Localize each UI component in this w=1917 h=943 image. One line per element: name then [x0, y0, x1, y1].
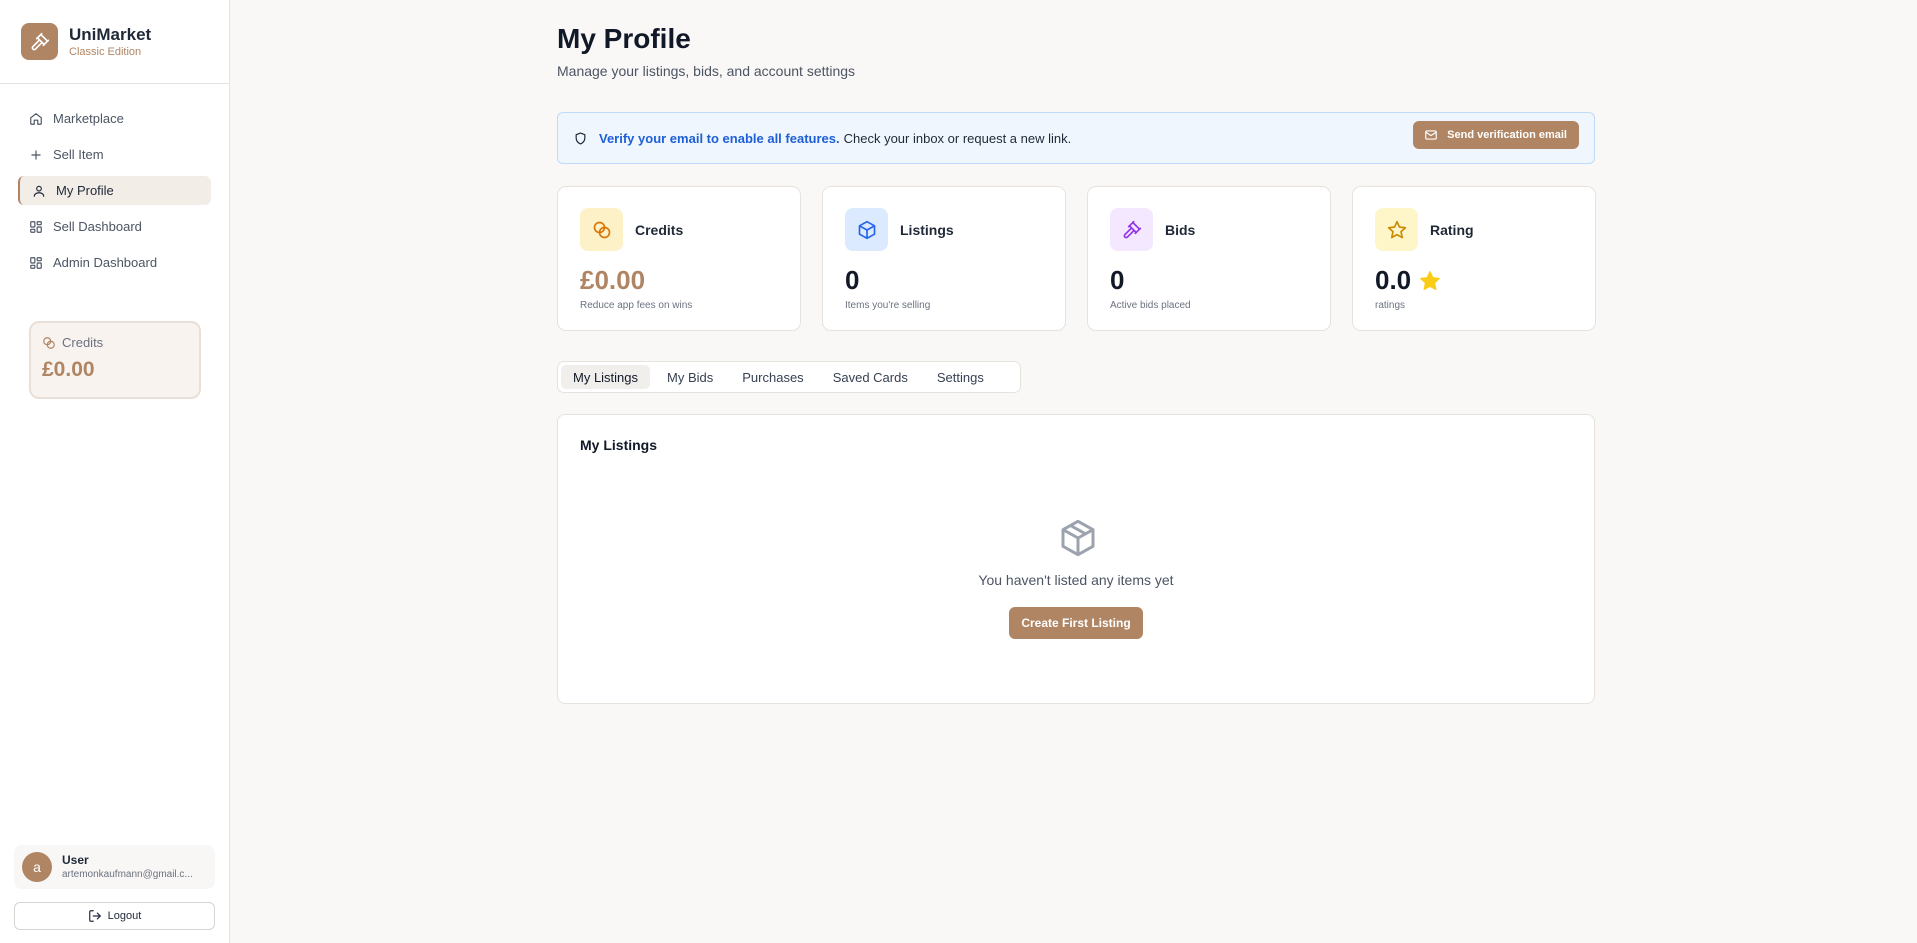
- brand-subtitle: Classic Edition: [69, 45, 142, 58]
- send-verification-button[interactable]: Send verification email: [1413, 121, 1579, 149]
- home-icon: [30, 112, 42, 125]
- sidebar-nav: Marketplace Sell Item My Profile Sell Da…: [0, 84, 229, 277]
- sidebar-item-label: Sell Dashboard: [53, 219, 142, 234]
- brand[interactable]: UniMarket Classic Edition: [0, 0, 229, 84]
- tab-my-bids[interactable]: My Bids: [655, 365, 725, 389]
- sidebar-item-admin-dashboard[interactable]: Admin Dashboard: [18, 248, 211, 277]
- mail-icon: [1425, 130, 1438, 140]
- stat-label: Rating: [1430, 221, 1474, 238]
- grid-icon: [30, 256, 42, 269]
- listings-panel: My Listings You haven't listed any items…: [557, 414, 1595, 704]
- tab-my-listings[interactable]: My Listings: [561, 365, 651, 389]
- gavel-icon: [1110, 208, 1153, 251]
- empty-state-text: You haven't listed any items yet: [978, 572, 1174, 588]
- tab-purchases[interactable]: Purchases: [730, 365, 815, 389]
- sidebar-item-sell-dashboard[interactable]: Sell Dashboard: [18, 212, 211, 241]
- stat-description: Items you're selling: [845, 300, 931, 311]
- stat-value-row: 0.0: [1375, 265, 1573, 296]
- stat-description: Reduce app fees on wins: [580, 300, 693, 311]
- profile-tabs: My Listings My Bids Purchases Saved Card…: [557, 361, 1021, 393]
- verify-email-text: Check your inbox or request a new link.: [843, 130, 1072, 146]
- panel-title: My Listings: [580, 437, 658, 453]
- verify-email-banner: Verify your email to enable all features…: [557, 112, 1595, 164]
- sidebar-item-label: Admin Dashboard: [53, 255, 158, 270]
- star-icon: [1375, 208, 1418, 251]
- logout-icon: [88, 910, 101, 922]
- page-subtitle: Manage your listings, bids, and account …: [557, 63, 856, 79]
- sidebar-item-my-profile[interactable]: My Profile: [18, 176, 211, 205]
- create-first-listing-button[interactable]: Create First Listing: [1009, 607, 1143, 639]
- stats-row: Credits £0.00 Reduce app fees on wins Li…: [557, 186, 1596, 331]
- sidebar: UniMarket Classic Edition Marketplace Se…: [0, 0, 230, 943]
- grid-icon: [30, 220, 42, 233]
- tab-settings[interactable]: Settings: [925, 365, 996, 389]
- sidebar-item-label: Sell Item: [53, 147, 104, 162]
- avatar: a: [22, 852, 52, 882]
- stat-value: 0.0: [1375, 265, 1412, 295]
- filled-star-icon: [1420, 270, 1441, 290]
- stat-description: Active bids placed: [1110, 300, 1191, 311]
- plus-icon: [31, 149, 41, 160]
- stat-card-bids: Bids 0 Active bids placed: [1087, 186, 1331, 331]
- gavel-logo-icon: [21, 23, 58, 60]
- stat-label: Listings: [900, 221, 954, 238]
- empty-box-icon: [1061, 519, 1095, 557]
- page-title: My Profile: [557, 23, 691, 54]
- sidebar-credits-card: Credits £0.00: [29, 321, 201, 399]
- stat-value: 0: [1110, 265, 1125, 295]
- sidebar-item-label: Marketplace: [53, 111, 124, 126]
- send-verification-label: Send verification email: [1447, 129, 1567, 141]
- stat-label: Bids: [1165, 221, 1196, 238]
- verify-email-link[interactable]: Verify your email to enable all features…: [599, 131, 840, 146]
- coins-icon: [580, 208, 623, 251]
- sidebar-item-label: My Profile: [56, 183, 114, 198]
- coins-icon: [43, 336, 55, 349]
- user-info[interactable]: a User artemonkaufmann@gmail.c...: [14, 845, 215, 889]
- tab-saved-cards[interactable]: Saved Cards: [821, 365, 920, 389]
- stat-value: £0.00: [580, 265, 646, 295]
- user-email: artemonkaufmann@gmail.c...: [62, 869, 193, 880]
- logout-button[interactable]: Logout: [14, 902, 215, 930]
- shield-icon: [575, 131, 586, 145]
- user-name: User: [62, 853, 89, 867]
- stat-card-rating: Rating 0.0 ratings: [1352, 186, 1596, 331]
- brand-name: UniMarket: [69, 24, 152, 44]
- stat-card-credits: Credits £0.00 Reduce app fees on wins: [557, 186, 801, 331]
- sidebar-item-sell-item[interactable]: Sell Item: [18, 140, 211, 169]
- stat-value: 0: [845, 265, 860, 295]
- box-icon: [845, 208, 888, 251]
- stat-label: Credits: [635, 221, 684, 238]
- logout-label: Logout: [107, 910, 142, 922]
- stat-description: ratings: [1375, 300, 1406, 311]
- credits-amount: £0.00: [42, 358, 95, 381]
- credits-label: Credits: [62, 335, 104, 350]
- sidebar-item-marketplace[interactable]: Marketplace: [18, 104, 211, 133]
- stat-card-listings: Listings 0 Items you're selling: [822, 186, 1066, 331]
- user-icon: [33, 185, 45, 197]
